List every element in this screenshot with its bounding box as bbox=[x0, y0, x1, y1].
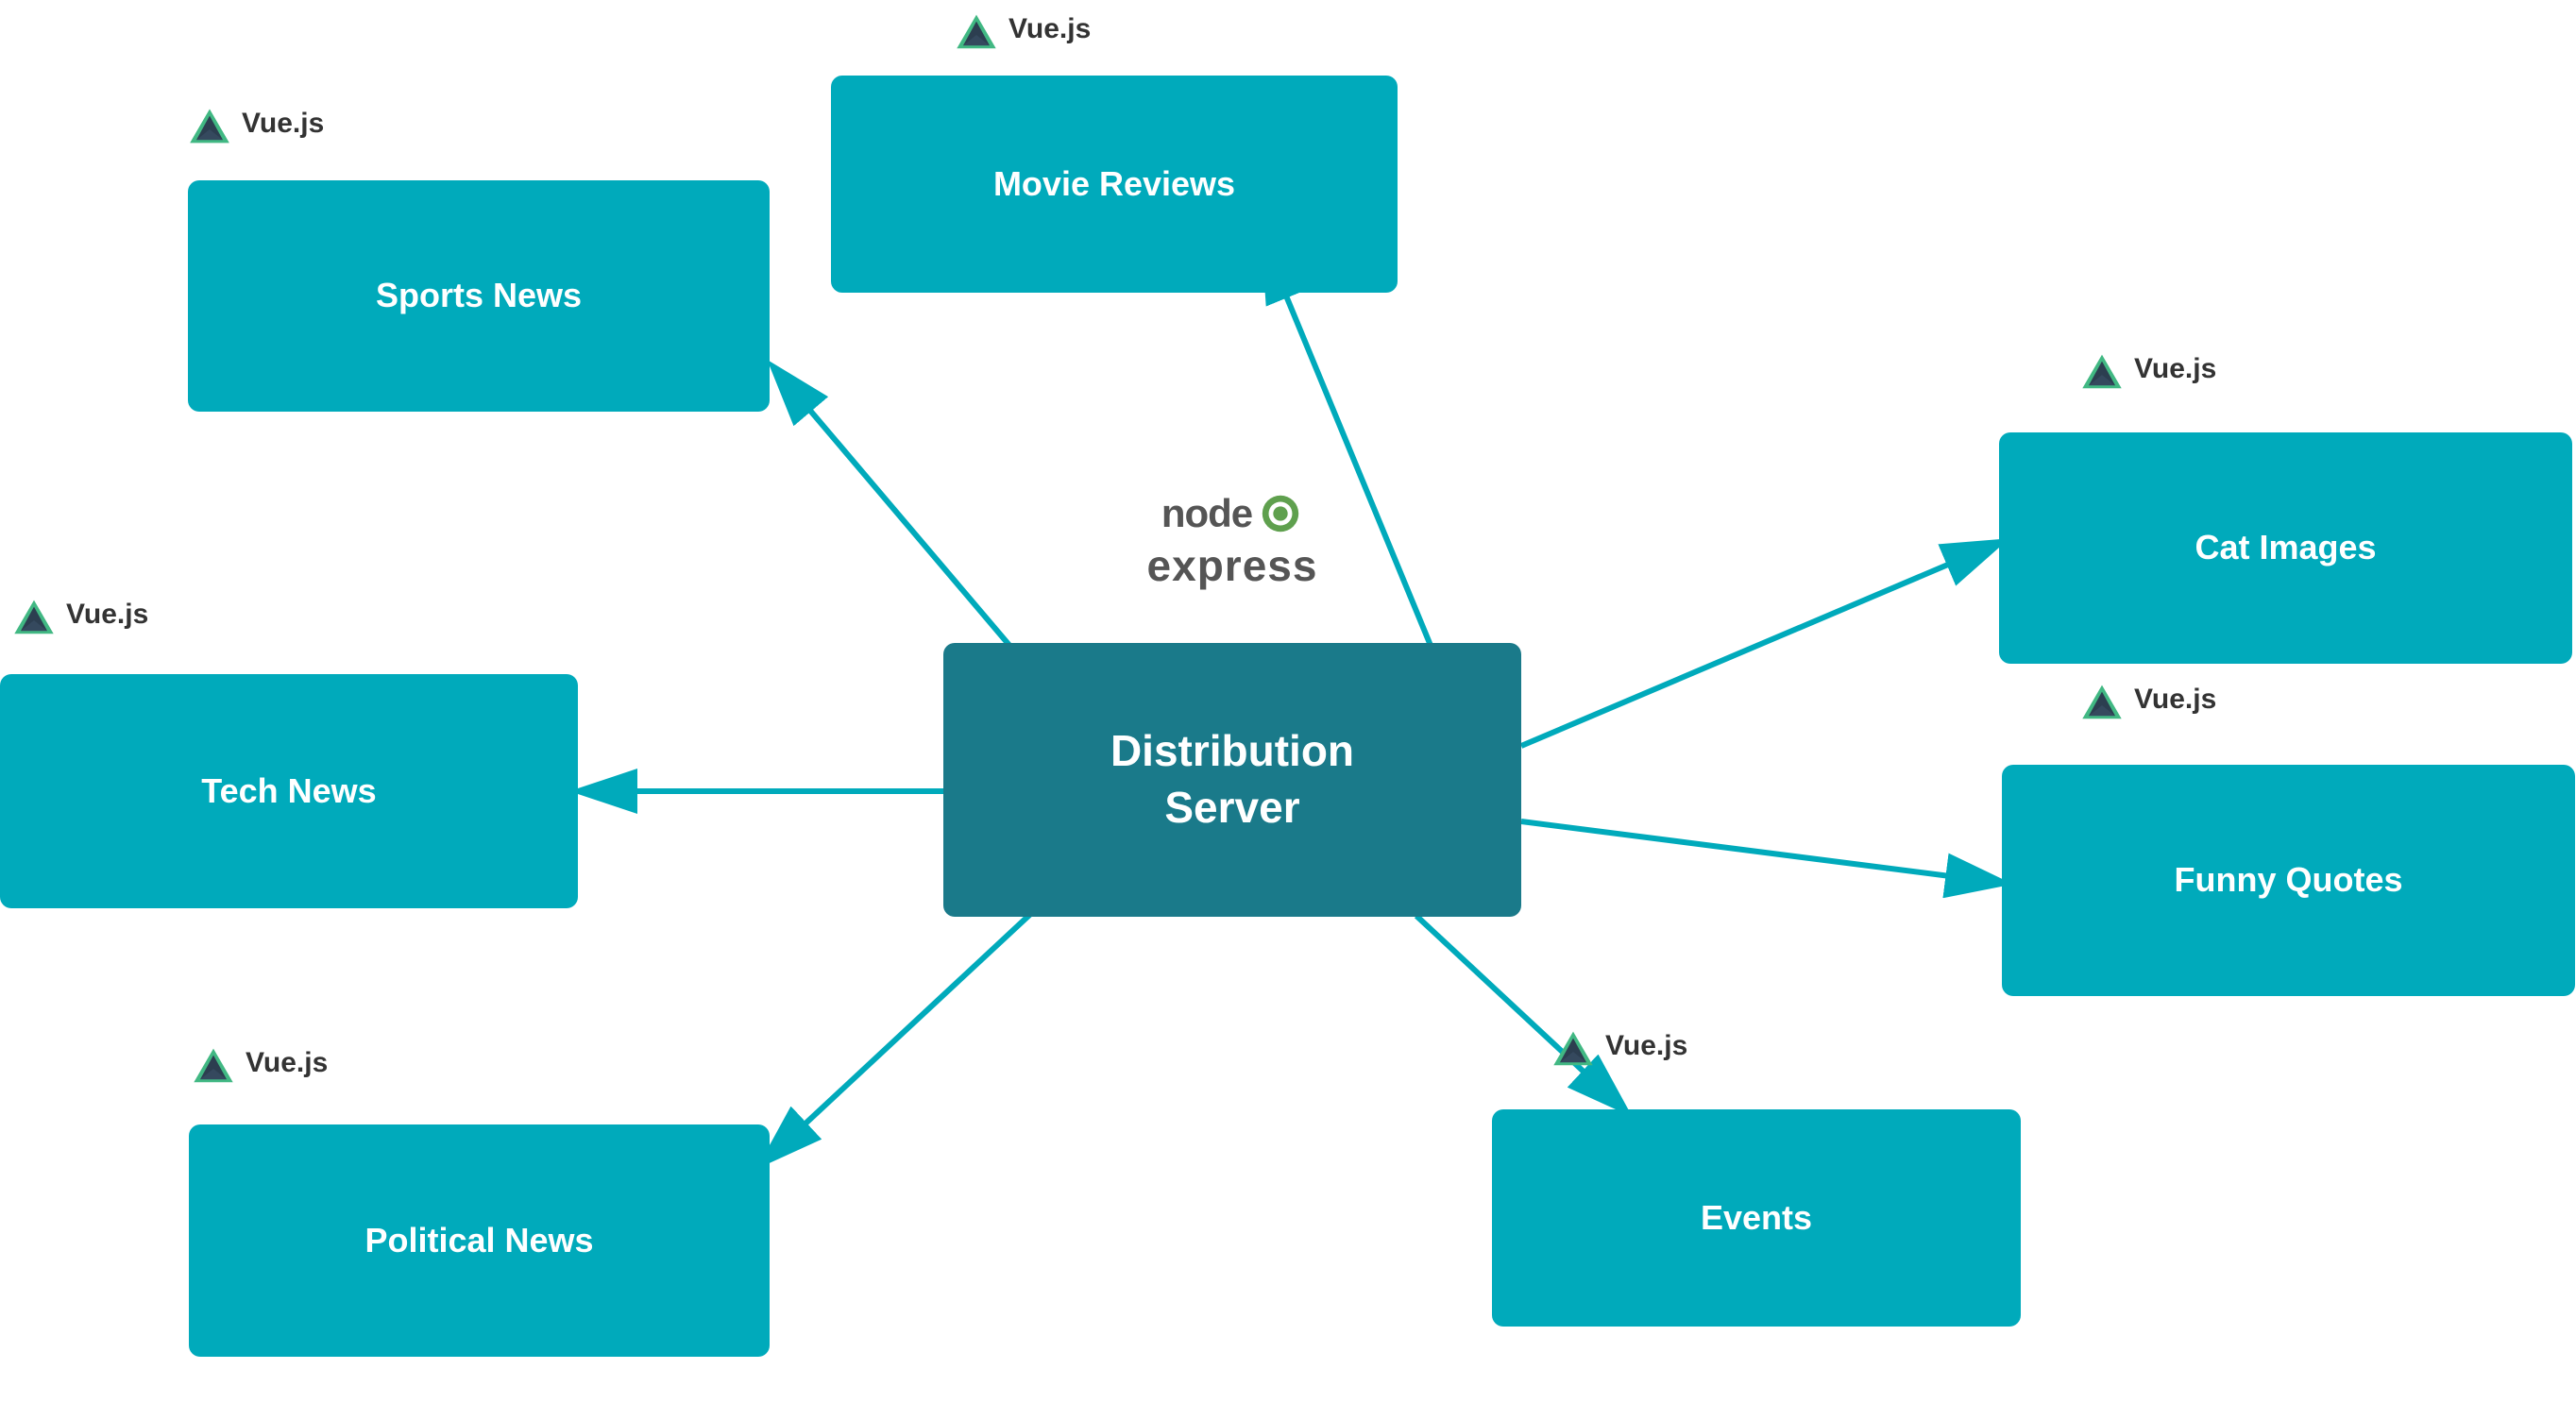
vuejs-logo-tech bbox=[9, 593, 59, 636]
vuejs-logo-sports bbox=[185, 102, 234, 145]
arrow-political bbox=[765, 906, 1039, 1161]
arrow-cat bbox=[1521, 543, 1999, 746]
nodejs-icon bbox=[1258, 491, 1303, 536]
vue-label-tech: Vue.js bbox=[66, 599, 148, 631]
diagram: Vue.js Sports News Vue.js Tech News Vue.… bbox=[0, 0, 2576, 1420]
vue-label-sports: Vue.js bbox=[242, 108, 324, 140]
vue-badge-tech: Vue.js bbox=[9, 593, 148, 636]
vue-badge-events: Vue.js bbox=[1549, 1024, 1687, 1068]
cat-images-label: Cat Images bbox=[2195, 526, 2376, 570]
events-node: Events bbox=[1492, 1109, 2021, 1327]
vue-badge-cat: Vue.js bbox=[2077, 347, 2216, 391]
funny-quotes-node: Funny Quotes bbox=[2002, 765, 2575, 996]
express-logo: node express bbox=[1029, 491, 1435, 591]
vue-label-events: Vue.js bbox=[1605, 1030, 1687, 1062]
vue-badge-funny: Vue.js bbox=[2077, 678, 2216, 721]
vue-label-political: Vue.js bbox=[246, 1047, 328, 1079]
arrow-movie bbox=[1265, 245, 1445, 680]
vuejs-logo-political bbox=[189, 1041, 238, 1085]
vuejs-logo-cat bbox=[2077, 347, 2127, 391]
vue-badge-movie: Vue.js bbox=[952, 8, 1091, 51]
vue-label-cat: Vue.js bbox=[2134, 353, 2216, 385]
funny-quotes-label: Funny Quotes bbox=[2175, 858, 2403, 903]
express-text: express bbox=[1029, 540, 1435, 591]
sports-news-node: Sports News bbox=[188, 180, 770, 412]
events-label: Events bbox=[1701, 1196, 1812, 1241]
vue-label-funny: Vue.js bbox=[2134, 684, 2216, 716]
vue-badge-political: Vue.js bbox=[189, 1041, 328, 1085]
arrow-events bbox=[1416, 916, 1624, 1109]
tech-news-node: Tech News bbox=[0, 674, 578, 908]
arrow-funny bbox=[1521, 821, 2002, 883]
vue-label-movie: Vue.js bbox=[1008, 13, 1091, 45]
political-news-label: Political News bbox=[364, 1219, 593, 1263]
arrow-sports bbox=[774, 368, 1039, 680]
movie-reviews-node: Movie Reviews bbox=[831, 76, 1398, 293]
tech-news-label: Tech News bbox=[201, 769, 376, 814]
vuejs-logo-events bbox=[1549, 1024, 1598, 1068]
political-news-node: Political News bbox=[189, 1124, 770, 1357]
vue-badge-sports: Vue.js bbox=[185, 102, 324, 145]
vuejs-logo-movie bbox=[952, 8, 1001, 51]
sports-news-label: Sports News bbox=[376, 274, 582, 318]
vuejs-logo-funny bbox=[2077, 678, 2127, 721]
distribution-server-node: DistributionServer bbox=[943, 643, 1521, 917]
cat-images-node: Cat Images bbox=[1999, 432, 2572, 664]
distribution-server-label: DistributionServer bbox=[1110, 723, 1354, 837]
movie-reviews-label: Movie Reviews bbox=[993, 162, 1235, 207]
